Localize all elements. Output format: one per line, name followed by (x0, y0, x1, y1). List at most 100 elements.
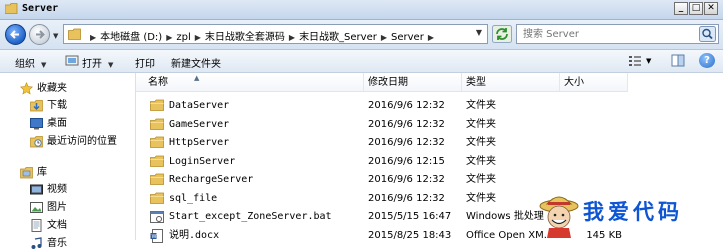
chevron-right-icon[interactable]: ▶ (381, 33, 387, 42)
chevron-right-icon: ▶ (90, 33, 97, 42)
nav-videos[interactable]: 视频 (30, 182, 67, 198)
organize-label: 组织 (15, 59, 35, 70)
file-name: GameServer (169, 118, 230, 130)
folder-icon (5, 3, 18, 14)
nav-libraries[interactable]: 库 (20, 165, 47, 181)
libraries-icon (20, 166, 33, 178)
recent-pages-dropdown-icon[interactable]: ▼ (53, 32, 58, 40)
address-dropdown-icon[interactable]: ▼ (476, 28, 482, 37)
nav-favorites[interactable]: 收藏夹 (20, 81, 67, 97)
star-icon (20, 81, 33, 95)
nav-recent-places[interactable]: 最近访问的位置 (30, 134, 117, 150)
file-row[interactable]: GameServer 2016/9/6 12:32 文件夹 (136, 116, 723, 134)
help-icon[interactable]: ? (699, 53, 715, 68)
nav-desktop-label: 桌面 (47, 118, 67, 129)
file-name: LoginServer (169, 155, 236, 167)
open-icon (65, 55, 79, 66)
print-button[interactable]: 打印 (135, 55, 155, 70)
minimize-button[interactable]: _ (674, 2, 688, 15)
file-type: 文件夹 (466, 155, 496, 167)
documents-library-icon (31, 218, 42, 232)
file-type: 文件夹 (466, 174, 496, 185)
folder-icon (68, 28, 81, 40)
search-box (516, 24, 719, 44)
file-name: DataServer (169, 100, 230, 111)
file-modified-date: 2016/9/6 12:32 (368, 137, 445, 148)
maximize-button[interactable]: □ (689, 2, 703, 15)
nav-desktop[interactable]: 桌面 (30, 116, 67, 132)
nav-music[interactable]: 音乐 (30, 236, 67, 252)
breadcrumb-item[interactable]: 本地磁盘 (D:) (100, 32, 162, 43)
breadcrumb-item[interactable]: zpl (176, 32, 190, 43)
column-header-type-label: 类型 (466, 77, 486, 88)
sort-ascending-icon: ▲ (194, 74, 200, 82)
file-type: 文件夹 (466, 118, 496, 130)
view-dropdown-icon[interactable]: ▼ (646, 57, 651, 65)
nav-recent-label: 最近访问的位置 (47, 136, 117, 147)
file-row[interactable]: HttpServer 2016/9/6 12:32 文件夹 (136, 134, 723, 152)
file-size (576, 116, 622, 134)
svg-text:W: W (152, 234, 157, 240)
new-folder-button[interactable]: 新建文件夹 (171, 55, 221, 70)
video-library-icon (30, 184, 43, 194)
column-header-modified-label: 修改日期 (368, 77, 408, 88)
close-button[interactable]: ✕ (704, 2, 718, 15)
back-button[interactable] (5, 24, 26, 45)
back-arrow-icon (10, 30, 19, 39)
breadcrumb-item[interactable]: 末日战歌_Server (299, 32, 377, 43)
open-button[interactable]: 打开 ▼ (82, 55, 113, 70)
organize-button[interactable]: 组织 ▼ (15, 55, 46, 70)
breadcrumb-item[interactable]: 末日战歌全套源码 (205, 32, 285, 43)
watermark-text: 我爱代码 (583, 199, 683, 224)
chevron-right-icon[interactable]: ▶ (289, 33, 295, 42)
folder-icon (150, 155, 164, 173)
refresh-icon[interactable] (492, 25, 512, 43)
file-type: 文件夹 (466, 137, 496, 148)
title-bar: Server _ □ ✕ (0, 0, 723, 20)
window-title: Server (22, 3, 59, 14)
breadcrumb-item[interactable]: Server (391, 32, 424, 43)
nav-pictures[interactable]: 图片 (30, 200, 67, 216)
column-header-name-label: 名称 (148, 77, 168, 88)
nav-downloads[interactable]: 下载 (30, 98, 67, 114)
nav-libraries-label: 库 (37, 167, 47, 178)
nav-documents[interactable]: 文档 (30, 218, 67, 234)
forward-arrow-icon (36, 30, 45, 39)
word-document-icon: W (150, 228, 164, 247)
folder-icon (150, 173, 164, 191)
chevron-right-icon[interactable]: ▶ (195, 33, 201, 42)
view-options-icon[interactable] (628, 54, 642, 67)
nav-pictures-label: 图片 (47, 202, 67, 213)
file-name: sql_file (169, 192, 218, 204)
column-header-size[interactable]: 大小 (560, 73, 628, 92)
search-input[interactable] (523, 26, 693, 42)
nav-videos-label: 视频 (47, 184, 67, 195)
file-row[interactable]: RechargeServer 2016/9/6 12:32 文件夹 (136, 171, 723, 189)
search-icon[interactable] (699, 26, 716, 42)
chevron-right-icon[interactable]: ▶ (428, 33, 434, 42)
file-row[interactable]: DataServer 2016/9/6 12:32 文件夹 (136, 97, 723, 115)
watermark-mascot-image (539, 196, 579, 238)
desktop-icon (30, 117, 43, 129)
file-row[interactable]: LoginServer 2016/9/6 12:15 文件夹 (136, 153, 723, 171)
address-path-box[interactable]: ▶ 本地磁盘 (D:) ▶ zpl ▶ 末日战歌全套源码 ▶ 末日战歌_Server ▶ Serv… (63, 24, 488, 44)
chevron-down-icon: ▼ (41, 61, 47, 69)
chevron-right-icon[interactable]: ▶ (166, 33, 172, 42)
batch-file-icon (150, 210, 164, 228)
column-header-type[interactable]: 类型 (462, 73, 560, 92)
column-header-size-label: 大小 (564, 77, 584, 88)
file-type: 文件夹 (466, 192, 496, 204)
file-size: 145 KB (586, 229, 622, 241)
file-modified-date: 2016/9/6 12:15 (368, 155, 445, 167)
forward-button[interactable] (29, 24, 50, 45)
file-modified-date: 2016/9/6 12:32 (368, 100, 445, 111)
file-modified-date: 2016/9/6 12:32 (368, 118, 445, 130)
column-header-name[interactable]: ▲ 名称 (136, 73, 364, 92)
preview-pane-icon[interactable] (671, 54, 685, 67)
column-header-modified[interactable]: 修改日期 (364, 73, 462, 92)
nav-downloads-label: 下载 (47, 100, 67, 111)
open-label: 打开 (82, 59, 102, 70)
file-name: RechargeServer (169, 174, 254, 185)
file-row[interactable]: W 说明.docx 2015/8/25 18:43 Office Open XM...… (136, 227, 723, 245)
file-modified-date: 2015/8/25 18:43 (368, 229, 452, 241)
